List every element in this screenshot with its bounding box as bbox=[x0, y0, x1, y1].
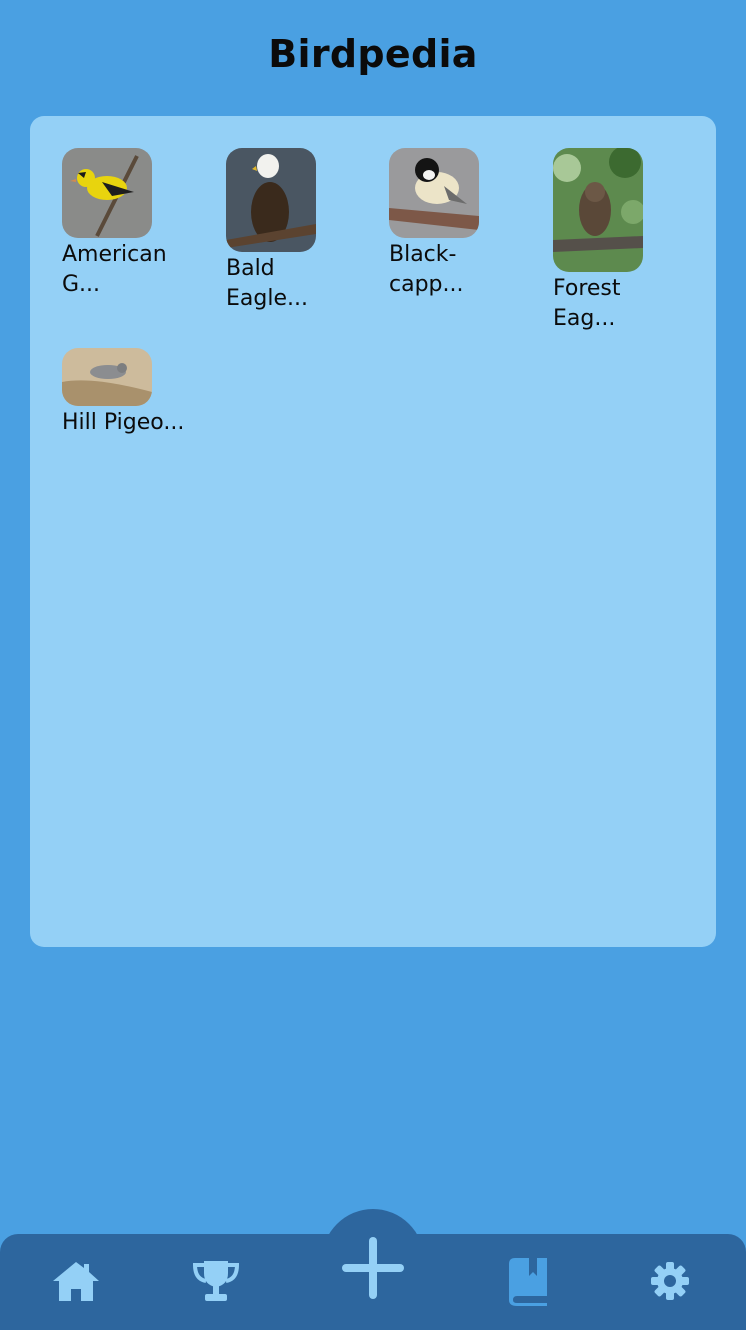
bird-collection-panel: American G... Bald Eagle... Black-capp..… bbox=[30, 116, 716, 947]
bird-name: Black-capp... bbox=[389, 242, 464, 297]
collection-button[interactable] bbox=[499, 1251, 559, 1311]
add-bird-button[interactable] bbox=[338, 1233, 408, 1303]
bird-name: American G... bbox=[62, 242, 167, 297]
bird-card[interactable]: Black-capp... bbox=[389, 148, 534, 300]
bird-card[interactable]: Hill Pigeo... bbox=[62, 348, 207, 438]
bird-name: Forest Eag... bbox=[553, 276, 621, 331]
bird-card[interactable]: Forest Eag... bbox=[553, 148, 698, 334]
trophy-icon bbox=[192, 1261, 240, 1301]
bird-photo bbox=[226, 148, 316, 252]
bird-card[interactable]: Bald Eagle... bbox=[226, 148, 371, 314]
bird-photo bbox=[389, 148, 479, 238]
settings-button[interactable] bbox=[640, 1251, 700, 1311]
add-icon bbox=[342, 1237, 404, 1299]
page-title: Birdpedia bbox=[268, 32, 478, 76]
gear-icon bbox=[651, 1262, 689, 1300]
trophy-button[interactable] bbox=[186, 1251, 246, 1311]
bird-photo bbox=[553, 148, 643, 272]
bird-name: Hill Pigeo... bbox=[62, 410, 185, 435]
home-button[interactable] bbox=[46, 1251, 106, 1311]
bird-photo bbox=[62, 148, 152, 238]
bird-card[interactable]: American G... bbox=[62, 148, 207, 300]
bird-name: Bald Eagle... bbox=[226, 256, 308, 311]
book-icon bbox=[509, 1258, 547, 1306]
bird-photo bbox=[62, 348, 152, 406]
home-icon bbox=[53, 1262, 99, 1301]
